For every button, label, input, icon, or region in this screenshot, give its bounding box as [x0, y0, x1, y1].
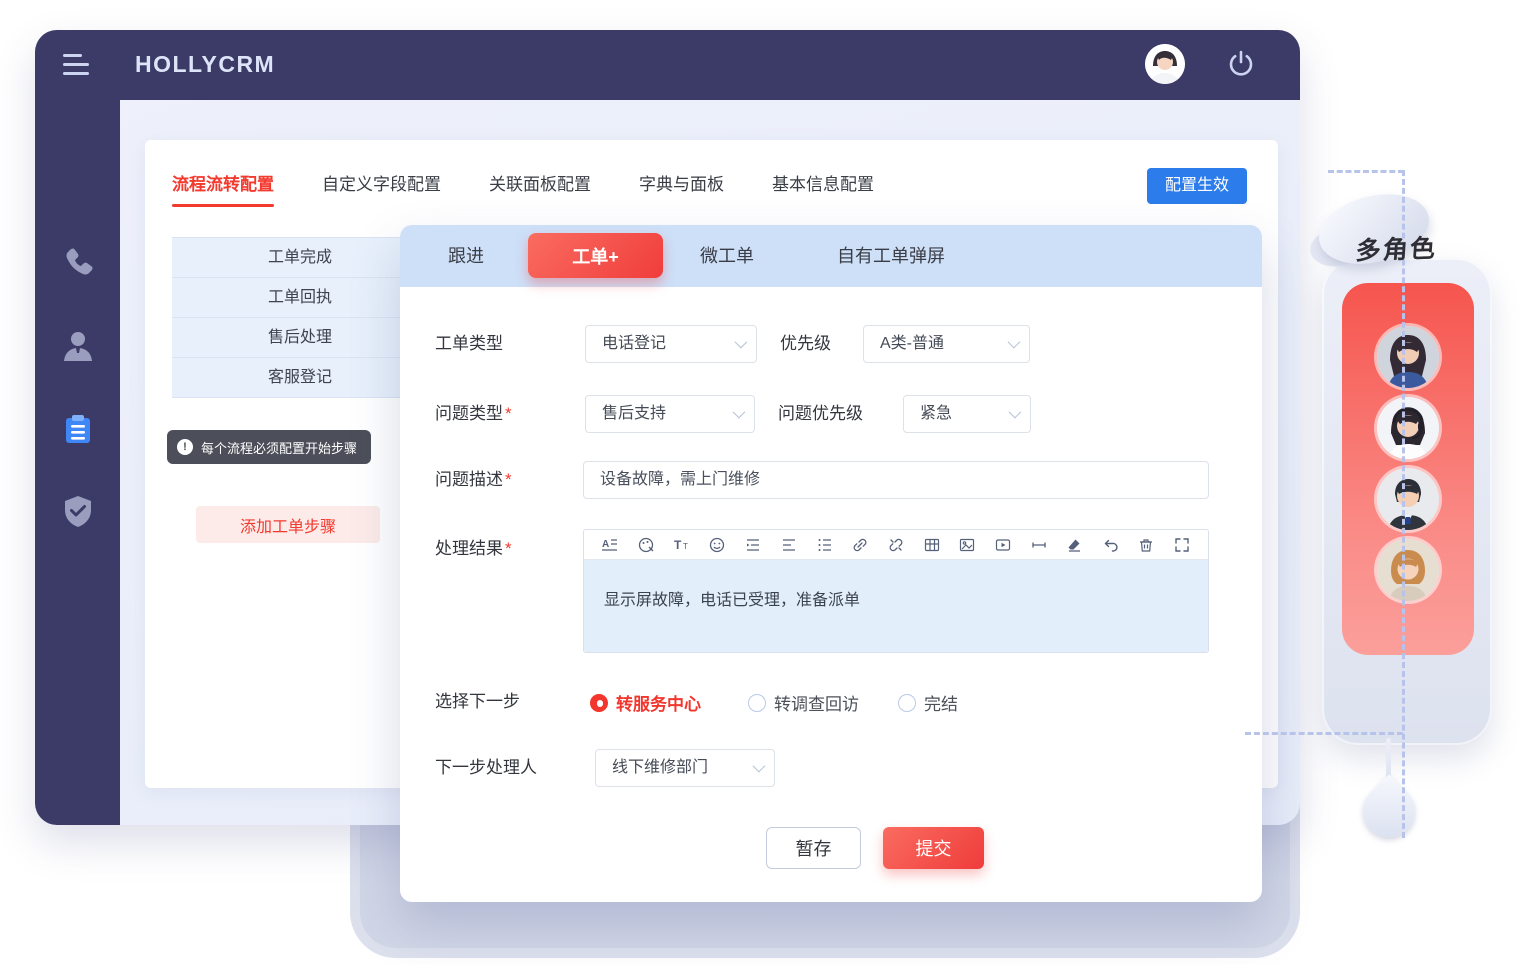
- app-title: HOLLYCRM: [135, 51, 275, 78]
- ticket-type-select[interactable]: 电话登记: [585, 325, 757, 363]
- svg-text:T: T: [674, 538, 682, 552]
- tab-workorder-active[interactable]: 工单+: [528, 233, 663, 278]
- font-size-icon[interactable]: TT: [665, 533, 698, 557]
- result-rich-editor[interactable]: A TT 显示屏故障，电话已受理，准备派单: [583, 529, 1209, 653]
- tooltip-text: 每个流程必须配置开始步骤: [201, 438, 357, 457]
- dashed-line-vertical: [1402, 170, 1405, 838]
- multi-role-red-panel: [1342, 283, 1474, 655]
- step-row-aftersales[interactable]: 售后处理: [172, 318, 428, 358]
- radio-transfer-survey-callback[interactable]: 转调查回访: [748, 690, 859, 715]
- result-label: 处理结果: [435, 530, 512, 568]
- undo-icon[interactable]: [1094, 533, 1127, 557]
- tab-micro-workorder[interactable]: 微工单: [700, 225, 754, 287]
- tab-dictionary-panel[interactable]: 字典与面板: [639, 170, 724, 207]
- chevron-down-icon: [1008, 336, 1021, 349]
- image-icon[interactable]: [951, 533, 984, 557]
- exclamation-icon: !: [177, 439, 193, 455]
- list-icon[interactable]: [808, 533, 841, 557]
- tab-own-workorder-popup[interactable]: 自有工单弹屏: [837, 225, 945, 287]
- result-editor-content[interactable]: 显示屏故障，电话已受理，准备派单: [584, 560, 1208, 653]
- tab-process-flow-config[interactable]: 流程流转配置: [172, 170, 274, 207]
- tab-follow-up[interactable]: 跟进: [448, 225, 484, 287]
- issue-type-label: 问题类型: [435, 395, 512, 433]
- issue-priority-select[interactable]: 紧急: [903, 395, 1031, 433]
- emoji-icon[interactable]: [701, 533, 734, 557]
- radio-selected-icon: [590, 694, 608, 712]
- screenshot-canvas: HOLLYCRM: [0, 0, 1537, 964]
- app-header: HOLLYCRM: [35, 30, 1300, 100]
- issue-desc-label: 问题描述: [435, 461, 512, 499]
- multi-role-caption: 多角色: [1355, 229, 1439, 268]
- next-handler-select[interactable]: 线下维修部门: [595, 749, 775, 787]
- workorder-modal: 跟进 工单+ 微工单 自有工单弹屏 工单类型 电话登记 优先级 A类-普通 问题…: [400, 225, 1262, 902]
- dashed-line-bottom: [1245, 732, 1403, 735]
- dashed-line-top: [1328, 170, 1404, 173]
- issue-type-select[interactable]: 售后支持: [585, 395, 755, 433]
- issue-desc-input[interactable]: 设备故障，需上门维修: [583, 461, 1209, 499]
- logout-power-icon[interactable]: [1225, 48, 1257, 80]
- step-row-receipt[interactable]: 工单回执: [172, 278, 428, 318]
- role-avatar-2: [1377, 397, 1439, 459]
- priority-select[interactable]: A类-普通: [863, 325, 1030, 363]
- tab-custom-fields-config[interactable]: 自定义字段配置: [322, 170, 441, 207]
- svg-text:T: T: [683, 542, 688, 551]
- align-icon[interactable]: [773, 533, 806, 557]
- indent-icon[interactable]: [737, 533, 770, 557]
- issue-priority-label: 问题优先级: [778, 395, 863, 433]
- priority-label: 优先级: [780, 325, 831, 363]
- flow-requirement-tooltip: ! 每个流程必须配置开始步骤: [167, 430, 371, 464]
- chevron-down-icon: [735, 336, 748, 349]
- tab-basic-info-config[interactable]: 基本信息配置: [772, 170, 874, 207]
- link-icon[interactable]: [844, 533, 877, 557]
- radio-unselected-icon: [748, 694, 766, 712]
- phone-icon[interactable]: [60, 245, 96, 281]
- divider-icon[interactable]: [1022, 533, 1055, 557]
- config-tab-bar: 流程流转配置 自定义字段配置 关联面板配置 字典与面板 基本信息配置: [172, 170, 874, 207]
- modal-tab-bar: 跟进 工单+ 微工单 自有工单弹屏: [400, 225, 1262, 287]
- svg-text:A: A: [602, 539, 609, 550]
- role-avatar-4: [1377, 539, 1439, 601]
- role-avatar-3: [1377, 468, 1439, 530]
- radio-unselected-icon: [898, 694, 916, 712]
- radio-finish[interactable]: 完结: [898, 690, 958, 715]
- palette-icon[interactable]: [630, 533, 663, 557]
- add-step-button[interactable]: 添加工单步骤: [196, 506, 380, 543]
- text-style-icon[interactable]: A: [594, 533, 627, 557]
- step-row-complete[interactable]: 工单完成: [172, 238, 428, 278]
- tab-linked-panel-config[interactable]: 关联面板配置: [489, 170, 591, 207]
- radio-transfer-service-center[interactable]: 转服务中心: [590, 690, 701, 715]
- fullscreen-icon[interactable]: [1165, 533, 1198, 557]
- ticket-type-label: 工单类型: [435, 325, 503, 363]
- person-icon[interactable]: [60, 328, 96, 364]
- user-avatar[interactable]: [1145, 44, 1185, 84]
- table-icon[interactable]: [915, 533, 948, 557]
- clipboard-icon[interactable]: [60, 411, 96, 447]
- hamburger-menu-icon[interactable]: [63, 54, 89, 76]
- next-step-label: 选择下一步: [435, 683, 520, 721]
- save-draft-button[interactable]: 暂存: [766, 827, 861, 869]
- trash-icon[interactable]: [1130, 533, 1163, 557]
- shield-check-icon[interactable]: [60, 493, 96, 529]
- chevron-down-icon: [733, 406, 746, 419]
- submit-button[interactable]: 提交: [883, 827, 984, 869]
- video-icon[interactable]: [987, 533, 1020, 557]
- role-avatar-1: [1377, 326, 1439, 388]
- step-row-service-register[interactable]: 客服登记: [172, 358, 428, 398]
- chevron-down-icon: [1009, 406, 1022, 419]
- chevron-down-icon: [753, 760, 766, 773]
- app-sidebar: [35, 100, 120, 825]
- unlink-icon[interactable]: [880, 533, 913, 557]
- apply-config-button[interactable]: 配置生效: [1147, 168, 1247, 204]
- next-handler-label: 下一步处理人: [435, 749, 537, 787]
- eraser-icon[interactable]: [1058, 533, 1091, 557]
- droplet-shape: [1352, 774, 1426, 848]
- editor-toolbar: A TT: [584, 530, 1208, 560]
- workflow-step-list: 工单完成 工单回执 售后处理 客服登记: [172, 237, 428, 398]
